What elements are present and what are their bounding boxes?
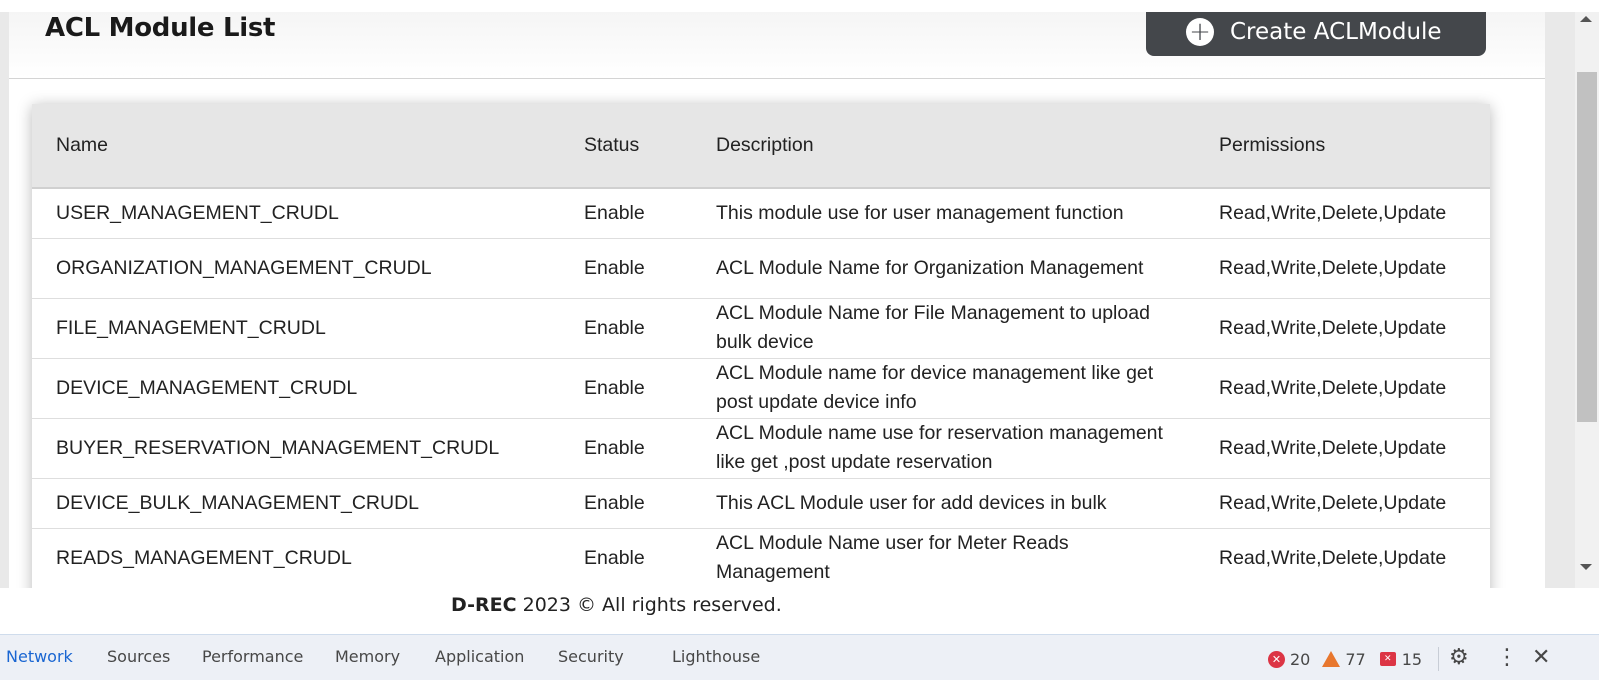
footer-brand: D-REC xyxy=(451,594,517,616)
devtools-separator xyxy=(1438,647,1440,671)
footer-rights-text: 2023 © All rights reserved. xyxy=(516,594,782,616)
table-row[interactable]: USER_MANAGEMENT_CRUDL Enable This module u… xyxy=(32,188,1490,239)
table-row[interactable]: FILE_MANAGEMENT_CRUDL Enable ACL Module Na… xyxy=(32,298,1490,359)
devtools-tab-sources[interactable]: Sources xyxy=(107,647,170,666)
warning-icon xyxy=(1322,651,1341,667)
table-row[interactable]: ORGANIZATION_MANAGEMENT_CRUDL Enable ACL M… xyxy=(32,238,1490,299)
page-title: ACL Module List xyxy=(45,13,276,43)
cell-status: Enable xyxy=(560,528,692,588)
devtools-tab-memory[interactable]: Memory xyxy=(335,647,400,666)
devtools-tab-performance[interactable]: Performance xyxy=(202,647,303,666)
cell-permissions: Read,Write,Delete,Update xyxy=(1195,298,1490,359)
column-header-status[interactable]: Status xyxy=(560,104,692,188)
acl-module-table: Name Status Description Permissions USER… xyxy=(32,104,1490,588)
table-row[interactable]: DEVICE_BULK_MANAGEMENT_CRUDL Enable This A… xyxy=(32,478,1490,529)
cell-description: ACL Module Name for File Management to u… xyxy=(692,298,1195,359)
scroll-down-arrow-icon[interactable] xyxy=(1580,564,1592,570)
cell-permissions: Read,Write,Delete,Update xyxy=(1195,358,1490,419)
cell-description: This module use for user management func… xyxy=(692,188,1195,239)
issues-count: 15 xyxy=(1401,649,1423,669)
cell-description: ACL Module Name for Organization Managem… xyxy=(692,238,1195,299)
page-content: ACL Module List + Create ACLModule Name … xyxy=(9,12,1545,588)
footer-copyright: D-REC 2023 © All rights reserved. xyxy=(451,594,782,616)
create-aclmodule-button[interactable]: + Create ACLModule xyxy=(1146,12,1486,56)
create-aclmodule-label: Create ACLModule xyxy=(1230,19,1442,45)
cell-permissions: Read,Write,Delete,Update xyxy=(1195,418,1490,479)
page-footer: D-REC 2023 © All rights reserved. xyxy=(0,588,1599,634)
cell-name: ORGANIZATION_MANAGEMENT_CRUDL xyxy=(32,238,560,299)
cell-status: Enable xyxy=(560,188,692,239)
cell-description: ACL Module Name user for Meter Reads Man… xyxy=(692,528,1195,588)
cell-permissions: Read,Write,Delete,Update xyxy=(1195,528,1490,588)
table-header-row: Name Status Description Permissions xyxy=(32,104,1490,188)
close-devtools-icon[interactable]: ✕ xyxy=(1532,645,1550,670)
cell-status: Enable xyxy=(560,478,692,529)
top-strip xyxy=(0,0,1599,12)
cell-name: READS_MANAGEMENT_CRUDL xyxy=(32,528,560,588)
page-scrollbar[interactable] xyxy=(1545,12,1599,588)
cell-name: DEVICE_BULK_MANAGEMENT_CRUDL xyxy=(32,478,560,529)
scrollbar-thumb[interactable] xyxy=(1577,72,1597,422)
devtools-tab-security[interactable]: Security xyxy=(558,647,624,666)
page-header: ACL Module List + Create ACLModule xyxy=(9,12,1545,79)
cell-name: BUYER_RESERVATION_MANAGEMENT_CRUDL xyxy=(32,418,560,479)
table-row[interactable]: BUYER_RESERVATION_MANAGEMENT_CRUDL Enable… xyxy=(32,418,1490,479)
devtools-status[interactable]: ✕ 20 77 ✕ 15 xyxy=(1268,647,1440,671)
cell-description: ACL Module name use for reservation mana… xyxy=(692,418,1195,479)
plus-circle-icon: + xyxy=(1186,18,1214,46)
cell-name: USER_MANAGEMENT_CRUDL xyxy=(32,188,560,239)
cell-status: Enable xyxy=(560,358,692,419)
cell-name: DEVICE_MANAGEMENT_CRUDL xyxy=(32,358,560,419)
cell-status: Enable xyxy=(560,238,692,299)
column-header-description[interactable]: Description xyxy=(692,104,1195,188)
cell-permissions: Read,Write,Delete,Update xyxy=(1195,238,1490,299)
table-row[interactable]: DEVICE_MANAGEMENT_CRUDL Enable ACL Module … xyxy=(32,358,1490,419)
acl-module-table-card: Name Status Description Permissions USER… xyxy=(32,104,1490,588)
settings-gear-icon[interactable]: ⚙ xyxy=(1449,645,1469,670)
devtools-tab-network[interactable]: Network xyxy=(6,647,73,666)
cell-status: Enable xyxy=(560,298,692,359)
cell-permissions: Read,Write,Delete,Update xyxy=(1195,478,1490,529)
more-options-icon[interactable]: ⋮ xyxy=(1496,645,1518,670)
error-icon: ✕ xyxy=(1268,650,1285,668)
devtools-bar: Network Sources Performance Memory Applicati… xyxy=(0,634,1599,680)
error-count: 20 xyxy=(1290,649,1311,669)
cell-permissions: Read,Write,Delete,Update xyxy=(1195,188,1490,239)
column-header-name[interactable]: Name xyxy=(32,104,560,188)
devtools-tab-lighthouse[interactable]: Lighthouse xyxy=(672,647,760,666)
page-viewport: ACL Module List + Create ACLModule Name … xyxy=(0,12,1599,588)
cell-description: ACL Module name for device management li… xyxy=(692,358,1195,419)
devtools-tab-application[interactable]: Application xyxy=(435,647,524,666)
cell-description: This ACL Module user for add devices in … xyxy=(692,478,1195,529)
issues-icon: ✕ xyxy=(1379,652,1396,666)
table-body: USER_MANAGEMENT_CRUDL Enable This module u… xyxy=(32,188,1490,588)
column-header-permissions[interactable]: Permissions xyxy=(1195,104,1490,188)
cell-status: Enable xyxy=(560,418,692,479)
table-row[interactable]: READS_MANAGEMENT_CRUDL Enable ACL Module N… xyxy=(32,528,1490,588)
scroll-up-arrow-icon[interactable] xyxy=(1580,16,1592,22)
warning-count: 77 xyxy=(1345,649,1366,669)
cell-name: FILE_MANAGEMENT_CRUDL xyxy=(32,298,560,359)
